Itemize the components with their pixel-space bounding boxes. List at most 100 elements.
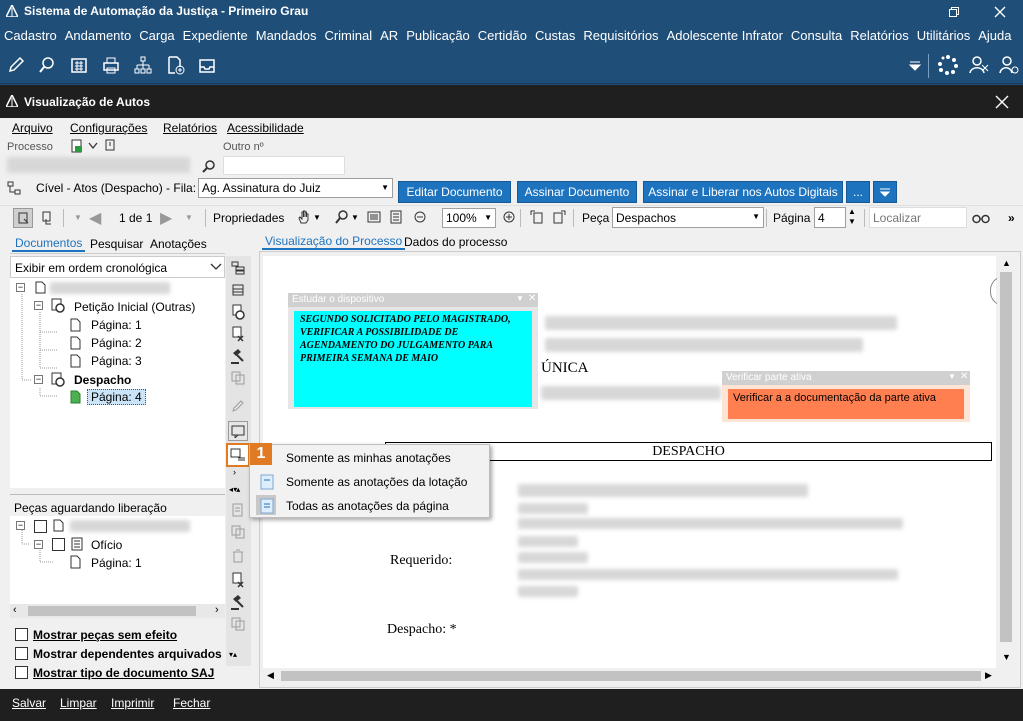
scroll-thumb[interactable] xyxy=(1000,272,1012,642)
fit-page-icon[interactable] xyxy=(386,207,406,227)
annotation-note-icon[interactable] xyxy=(228,421,248,441)
doc-copy-icon[interactable] xyxy=(228,522,248,542)
mostrar-tipo-checkbox[interactable] xyxy=(15,666,28,679)
loading-spinner-icon[interactable] xyxy=(935,52,961,78)
tree-pagina-2[interactable]: Página: 2 xyxy=(91,336,142,350)
menu-criminal[interactable]: Criminal xyxy=(324,28,372,43)
collapse-toggle[interactable]: − xyxy=(34,301,43,310)
fit-width-icon[interactable] xyxy=(364,207,384,227)
pan-hand-icon[interactable] xyxy=(294,207,314,227)
edit-icon[interactable] xyxy=(3,52,29,78)
menu-acessibilidade[interactable]: Acessibilidade xyxy=(227,121,304,135)
oficio-checkbox[interactable] xyxy=(52,538,65,551)
trash-icon[interactable] xyxy=(228,546,248,566)
mostrar-dependentes-checkbox[interactable] xyxy=(15,647,28,660)
note-titlebar[interactable]: Verificar parte ativa ▼ ✕ xyxy=(722,371,970,385)
note-body[interactable]: Verificar a a documentação da parte ativ… xyxy=(728,389,964,419)
process-number-node[interactable] xyxy=(50,282,170,294)
tree-peticao-inicial[interactable]: Petição Inicial (Outras) xyxy=(74,300,195,314)
assinar-documento-button[interactable]: Assinar Documento xyxy=(517,181,637,203)
note-body[interactable]: SEGUNDO SOLICITADO PELO MAGISTRADO, VERI… xyxy=(294,311,532,407)
user-settings-icon[interactable] xyxy=(996,52,1022,78)
calendar-icon[interactable] xyxy=(66,52,92,78)
more-actions-button[interactable]: ... xyxy=(846,181,870,203)
annotation-note-estudar[interactable]: Estudar o dispositivo ▼ ✕ SEGUNDO SOLICI… xyxy=(288,293,538,409)
document-green-icon[interactable] xyxy=(70,139,84,153)
copy-icon[interactable] xyxy=(228,368,248,388)
gavel-icon[interactable] xyxy=(228,592,248,612)
note-close-icon[interactable]: ✕ xyxy=(960,371,968,382)
zoom-select[interactable]: 100% ▼ xyxy=(442,208,496,228)
menu-expediente[interactable]: Expediente xyxy=(183,28,248,43)
zoom-in-icon[interactable] xyxy=(499,207,519,227)
annotation-filter-icon[interactable] xyxy=(226,443,250,467)
menu-adolescente-infrator[interactable]: Adolescente Infrator xyxy=(667,28,783,43)
menu-arquivo[interactable]: Arquivo xyxy=(12,121,53,135)
restore-window-button[interactable] xyxy=(931,0,977,24)
imprimir-button[interactable]: Imprimir xyxy=(111,696,154,710)
menu-item-minhas-anotacoes[interactable]: Somente as minhas anotações xyxy=(250,446,489,470)
last-page-icon[interactable]: ▼ xyxy=(185,213,193,222)
add-document-icon[interactable] xyxy=(162,52,188,78)
scroll-right-icon[interactable]: ▶ xyxy=(985,670,992,681)
note-icon[interactable] xyxy=(104,139,116,151)
select-mode-icon[interactable] xyxy=(13,208,33,228)
users-icon[interactable] xyxy=(966,52,992,78)
inbox-icon[interactable] xyxy=(194,52,220,78)
tree-pagina-3[interactable]: Página: 3 xyxy=(91,354,142,368)
menu-publicacao[interactable]: Publicação xyxy=(406,28,470,43)
edit-annotation-icon[interactable] xyxy=(228,396,248,416)
tree-oficio[interactable]: Ofício xyxy=(91,538,122,552)
search-process-icon[interactable] xyxy=(199,156,219,175)
expand-arrow-icon[interactable]: › xyxy=(233,467,236,477)
chevron-down-icon[interactable] xyxy=(88,142,98,150)
scroll-left-icon[interactable]: ‹ xyxy=(13,604,17,616)
filter-dropdown-button[interactable] xyxy=(873,181,897,203)
rotate-right-icon[interactable] xyxy=(549,207,569,227)
menu-carga[interactable]: Carga xyxy=(139,28,174,43)
tab-visualizacao[interactable]: Visualização do Processo xyxy=(262,233,406,250)
limpar-button[interactable]: Limpar xyxy=(60,696,97,710)
doc-link-icon[interactable] xyxy=(228,500,248,520)
list-view-icon[interactable] xyxy=(228,280,248,300)
menu-ajuda[interactable]: Ajuda xyxy=(978,28,1011,43)
viewer-hscrollbar[interactable]: ◀ ▶ xyxy=(263,668,997,684)
menu-relatorios[interactable]: Relatórios xyxy=(163,121,217,135)
order-select[interactable]: Exibir em ordem cronológica xyxy=(10,256,225,278)
assinar-liberar-button[interactable]: Assinar e Liberar nos Autos Digitais xyxy=(643,181,843,203)
tab-dados-processo[interactable]: Dados do processo xyxy=(401,233,510,250)
outro-numero-input[interactable] xyxy=(223,156,345,175)
copy-icon[interactable] xyxy=(228,614,248,634)
scroll-arrows-icon[interactable]: ◂ ▾▴ xyxy=(229,485,240,494)
close-viewer-button[interactable] xyxy=(995,95,1009,109)
remove-stamp-icon[interactable] xyxy=(228,570,248,590)
processo-number-field[interactable] xyxy=(7,157,190,173)
printer-icon[interactable] xyxy=(98,52,124,78)
menu-configuracoes[interactable]: Configurações xyxy=(70,121,147,135)
tree-pagina-1[interactable]: Página: 1 xyxy=(91,318,142,332)
peca-checkbox[interactable] xyxy=(34,520,47,533)
mostrar-pecas-checkbox[interactable] xyxy=(15,628,28,641)
note-titlebar[interactable]: Estudar o dispositivo ▼ ✕ xyxy=(288,293,538,307)
tree-despacho-pagina-4[interactable]: Página: 4 xyxy=(87,389,146,405)
menu-item-todas-anotacoes[interactable]: Todas as anotações da página xyxy=(250,494,489,518)
menu-mandados[interactable]: Mandados xyxy=(256,28,317,43)
tab-documentos[interactable]: Documentos xyxy=(12,235,86,252)
note-collapse-icon[interactable]: ▼ xyxy=(948,372,956,381)
hierarchy-icon[interactable] xyxy=(130,52,156,78)
propriedades-button[interactable]: Propriedades xyxy=(213,211,284,225)
scroll-up-icon[interactable]: ▲ xyxy=(1002,258,1011,268)
peca-process-number[interactable] xyxy=(70,520,190,532)
menu-requisitorios[interactable]: Requisitórios xyxy=(583,28,658,43)
hand-doc-icon[interactable] xyxy=(37,208,57,228)
collapse-toggle[interactable]: − xyxy=(16,283,25,292)
zoom-dropdown-icon[interactable]: ▼ xyxy=(351,213,359,222)
menu-item-anotacoes-lotacao[interactable]: Somente as anotações da lotação xyxy=(250,470,489,494)
search-document-icon[interactable] xyxy=(34,52,60,78)
scroll-left-icon[interactable]: ◀ xyxy=(267,670,274,681)
pagina-spinner-icon[interactable]: ▲ ▼ xyxy=(848,207,856,227)
rotate-left-icon[interactable] xyxy=(527,207,547,227)
gavel-icon[interactable] xyxy=(228,346,248,366)
editar-documento-button[interactable]: Editar Documento xyxy=(398,181,511,203)
tab-pesquisar[interactable]: Pesquisar xyxy=(87,235,146,252)
